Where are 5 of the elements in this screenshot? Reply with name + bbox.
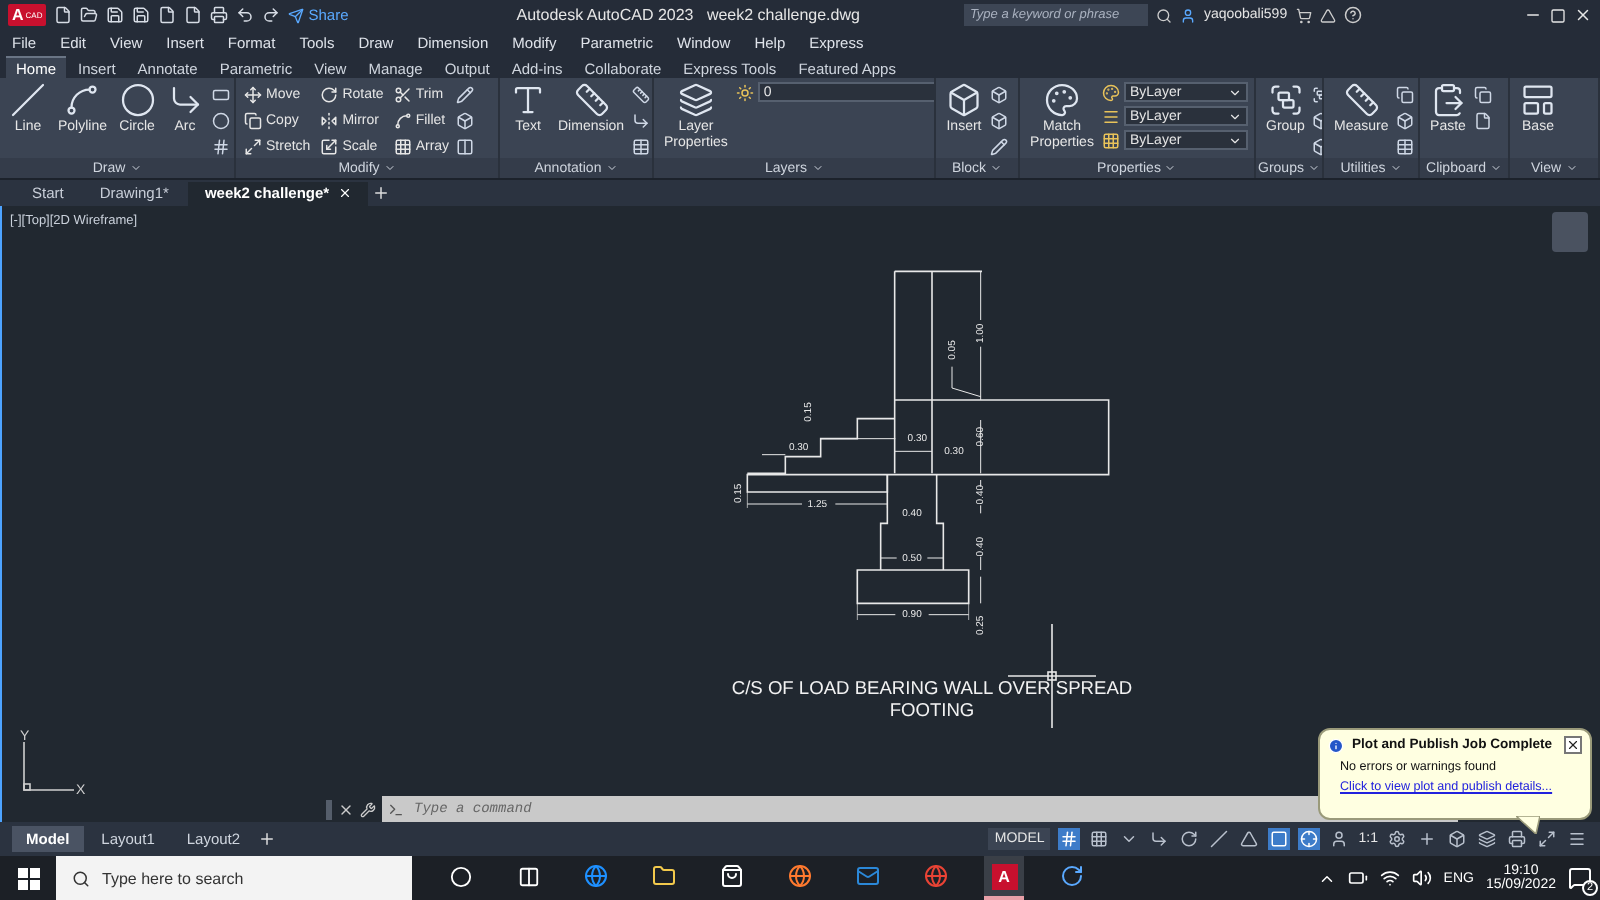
window-title: Autodesk AutoCAD 2023 week2 challenge.dwg	[516, 6, 860, 24]
autocad-app-icon[interactable]: A	[991, 863, 1017, 889]
drawing-title: C/S OF LOAD BEARING WALL OVER SPREAD	[731, 678, 1133, 698]
taskbar-search-field[interactable]: Type here to search	[56, 856, 412, 900]
drawing-title: FOOTING	[889, 700, 975, 720]
